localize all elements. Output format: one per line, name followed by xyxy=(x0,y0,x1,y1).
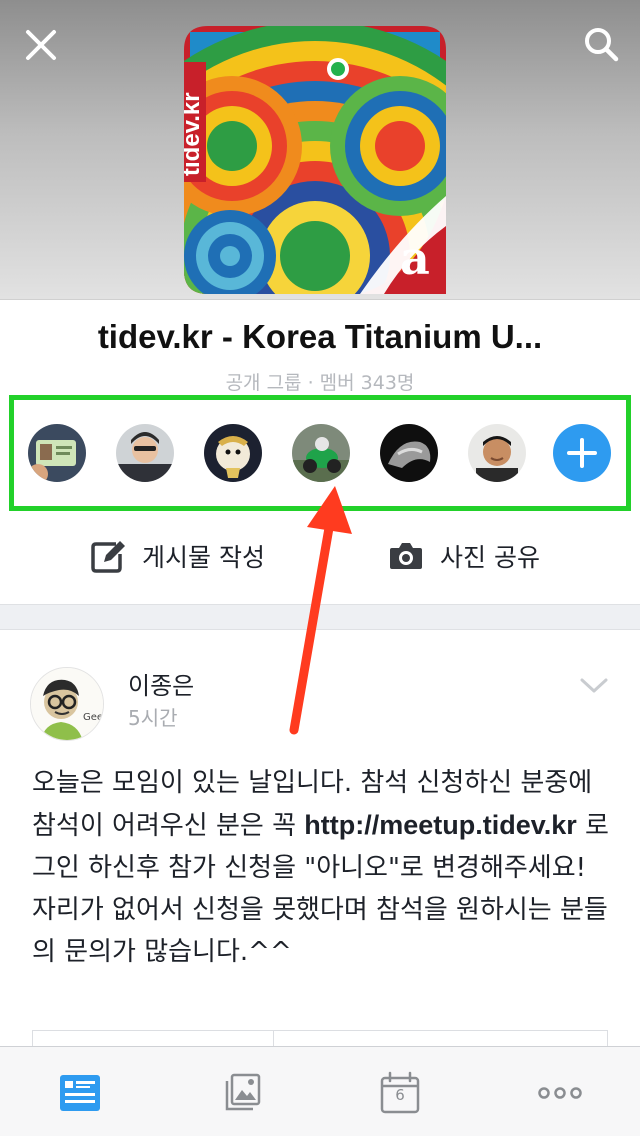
more-icon xyxy=(538,1087,582,1099)
group-logo: tidev.kr a xyxy=(170,26,460,294)
share-photo-label: 사진 공유 xyxy=(440,543,540,572)
events-date-badge: 6 xyxy=(395,1086,405,1104)
online-indicator xyxy=(327,58,349,80)
member-avatar[interactable] xyxy=(204,424,262,482)
avatar-caption: Geek xyxy=(83,712,104,723)
logo-badge: a xyxy=(400,231,430,285)
close-icon xyxy=(26,30,56,60)
member-avatar[interactable] xyxy=(292,424,350,482)
group-meta: 공개 그룹 · 멤버 343명 xyxy=(225,372,415,394)
post-timestamp[interactable]: 5시간 xyxy=(128,702,178,731)
logo-text: tidev.kr xyxy=(178,92,205,176)
share-photo-button[interactable]: 사진 공유 xyxy=(388,534,540,578)
tab-photos[interactable] xyxy=(217,1069,265,1117)
search-button[interactable] xyxy=(580,24,622,66)
member-strip xyxy=(9,395,631,511)
chevron-down-icon xyxy=(580,678,608,693)
member-avatar[interactable] xyxy=(468,424,526,482)
write-post-label: 게시물 작성 xyxy=(142,543,265,572)
section-divider xyxy=(0,604,640,630)
tab-more[interactable] xyxy=(536,1069,584,1117)
write-post-button[interactable]: 게시물 작성 xyxy=(90,534,265,578)
group-cover: tidev.kr a xyxy=(0,0,640,300)
compose-icon xyxy=(90,538,126,574)
member-avatar[interactable] xyxy=(380,424,438,482)
member-avatar[interactable] xyxy=(28,424,86,482)
close-button[interactable] xyxy=(20,24,62,66)
group-title[interactable]: tidev.kr - Korea Titanium U... xyxy=(0,318,640,356)
post-body: 오늘은 모임이 있는 날입니다. 참석 신청하신 분중에 참석이 어려우신 분은… xyxy=(32,762,612,973)
post-link[interactable]: http://meetup.tidev.kr xyxy=(304,810,577,840)
post-author-avatar[interactable]: Geek xyxy=(30,667,104,741)
tab-news-feed[interactable] xyxy=(56,1069,104,1117)
post-author-name[interactable]: 이종은 xyxy=(128,666,194,701)
add-member-button[interactable] xyxy=(553,424,611,482)
photos-icon xyxy=(225,1073,261,1111)
plus-icon xyxy=(567,438,597,468)
news-feed-icon xyxy=(60,1075,100,1111)
search-icon xyxy=(585,28,619,62)
camera-icon xyxy=(388,538,424,574)
post-options-button[interactable] xyxy=(578,674,610,696)
member-avatar[interactable] xyxy=(116,424,174,482)
bottom-tab-bar xyxy=(0,1046,640,1136)
